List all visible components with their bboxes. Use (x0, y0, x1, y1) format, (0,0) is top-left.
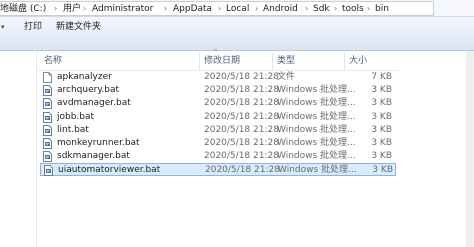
file-row[interactable]: apkanalyzer 2020/5/18 21:28 文件 7 KB (40, 71, 396, 84)
file-type: Windows 批处理... (277, 138, 356, 148)
file-type: Windows 批处理... (277, 111, 356, 122)
file-date: 2020/5/18 21:28 (204, 124, 279, 135)
file-name: apkanalyzer (57, 72, 112, 82)
file-row-selected[interactable]: uiautomatorviewer.bat 2020/5/18 21:28 Wind… (40, 163, 396, 177)
file-date: 2020/5/18 21:28 (204, 138, 279, 148)
file-size: 3 KB (372, 165, 393, 176)
column-header-date[interactable]: 修改日期 (204, 55, 240, 67)
file-type: Windows 批处理... (277, 98, 356, 109)
batch-file-icon (43, 124, 52, 136)
file-date: 2020/5/18 21:28 (204, 85, 279, 96)
file-name: monkeyrunner.bat (57, 138, 140, 148)
batch-file-icon (43, 111, 52, 123)
file-type: Windows 批处理... (277, 151, 356, 162)
breadcrumb-users[interactable]: 用户 (63, 3, 81, 15)
column-header-size[interactable]: 大小 (349, 55, 367, 67)
breadcrumb-separator[interactable]: › (367, 3, 370, 15)
column-divider[interactable] (344, 53, 345, 70)
breadcrumb-separator[interactable]: › (255, 3, 258, 15)
file-row[interactable]: archquery.bat 2020/5/18 21:28 Windows 批处理.… (40, 84, 396, 97)
breadcrumb-appdata[interactable]: AppData (173, 3, 212, 15)
breadcrumb-drive[interactable]: 地磁盘 (C:) (0, 3, 46, 15)
file-type: Windows 批处理... (277, 85, 356, 96)
file-row[interactable]: lint.bat 2020/5/18 21:28 Windows 批处理... 3 K… (40, 124, 396, 137)
file-size: 3 KB (371, 98, 392, 109)
file-name: jobb.bat (57, 111, 95, 122)
breadcrumb-separator[interactable]: › (54, 3, 57, 15)
file-date: 2020/5/18 21:28 (204, 72, 279, 82)
file-name: avdmanager.bat (57, 98, 131, 109)
file-icon (43, 72, 52, 83)
batch-file-icon (43, 98, 52, 110)
batch-file-icon (43, 151, 52, 163)
column-divider[interactable] (199, 53, 200, 70)
file-size: 3 KB (371, 124, 392, 135)
column-header-name[interactable]: 名称 (44, 55, 62, 67)
address-bar[interactable]: 地磁盘 (C:) › 用户 › Administrator › AppData … (0, 0, 474, 17)
file-date: 2020/5/18 21:28 (204, 111, 279, 122)
file-size: 3 KB (371, 85, 392, 96)
organize-dropdown-arrow[interactable]: ▾ (1, 21, 5, 33)
batch-file-icon (43, 85, 52, 97)
file-name: uiautomatorviewer.bat (58, 165, 161, 176)
column-divider[interactable] (272, 53, 273, 70)
breadcrumb-separator[interactable]: › (164, 3, 167, 15)
file-name: lint.bat (57, 124, 89, 135)
breadcrumb[interactable]: 地磁盘 (C:) › 用户 › Administrator › AppData … (0, 1, 434, 16)
column-header-type[interactable]: 类型 (277, 55, 295, 67)
file-row[interactable]: avdmanager.bat 2020/5/18 21:28 Windows 批处理… (40, 97, 396, 110)
file-row[interactable]: monkeyrunner.bat 2020/5/18 21:28 Windows 批… (40, 137, 396, 150)
breadcrumb-administrator[interactable]: Administrator (92, 3, 153, 15)
print-button[interactable]: 打印 (24, 21, 42, 33)
breadcrumb-android[interactable]: Android (263, 3, 298, 15)
file-date: 2020/5/18 21:28 (205, 165, 280, 176)
file-size: 3 KB (371, 151, 392, 162)
breadcrumb-sdk[interactable]: Sdk (313, 3, 330, 15)
file-size: 3 KB (371, 111, 392, 122)
new-folder-button[interactable]: 新建文件夹 (56, 21, 101, 33)
file-size: 3 KB (371, 138, 392, 148)
breadcrumb-separator[interactable]: › (218, 3, 221, 15)
breadcrumb-local[interactable]: Local (226, 3, 249, 15)
breadcrumb-separator[interactable]: › (83, 3, 86, 15)
breadcrumb-separator[interactable]: › (305, 3, 308, 15)
breadcrumb-separator[interactable]: › (334, 3, 337, 15)
file-date: 2020/5/18 21:28 (204, 98, 279, 109)
breadcrumb-tools[interactable]: tools (342, 3, 364, 15)
file-name: archquery.bat (57, 85, 119, 96)
file-type: 文件 (277, 72, 296, 82)
batch-file-icon (44, 165, 53, 177)
vertical-scrollbar[interactable] (466, 51, 474, 247)
breadcrumb-bin[interactable]: bin (375, 3, 389, 15)
file-date: 2020/5/18 21:28 (204, 151, 279, 162)
navigation-pane[interactable] (0, 51, 37, 247)
file-type: Windows 批处理... (278, 165, 357, 176)
file-name: sdkmanager.bat (57, 151, 130, 162)
file-row[interactable]: sdkmanager.bat 2020/5/18 21:28 Windows 批处理… (40, 150, 396, 163)
file-type: Windows 批处理... (277, 124, 356, 135)
batch-file-icon (43, 138, 52, 149)
file-size: 7 KB (371, 72, 392, 82)
file-row[interactable]: jobb.bat 2020/5/18 21:28 Windows 批处理... 3 K… (40, 111, 396, 124)
